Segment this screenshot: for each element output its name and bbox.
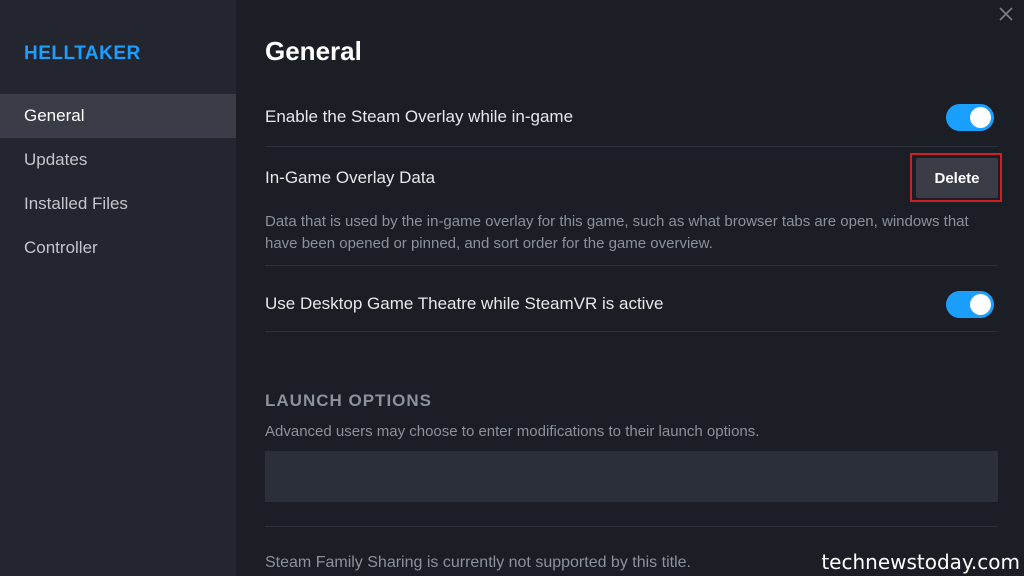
overlay-setting-label: Enable the Steam Overlay while in-game [265,107,574,126]
sidebar: HELLTAKER General Updates Installed File… [0,0,236,576]
launch-options-heading: LAUNCH OPTIONS [265,391,432,410]
main-panel: General Enable the Steam Overlay while i… [265,0,998,576]
toggle-knob [970,294,991,315]
close-icon[interactable] [996,4,1016,24]
family-sharing-note: Steam Family Sharing is currently not su… [265,554,691,571]
page-title: General [265,36,362,66]
sidebar-item-installed-files[interactable]: Installed Files [0,182,236,226]
sidebar-nav: General Updates Installed Files Controll… [0,94,236,270]
divider [265,331,998,332]
theatre-toggle[interactable] [946,291,994,318]
sidebar-item-controller[interactable]: Controller [0,226,236,270]
sidebar-item-general[interactable]: General [0,94,236,138]
overlay-toggle[interactable] [946,104,994,131]
sidebar-item-updates[interactable]: Updates [0,138,236,182]
launch-options-input[interactable] [265,451,998,502]
toggle-knob [970,107,991,128]
watermark: technewstoday.com [821,550,1020,574]
delete-button[interactable]: Delete [916,158,998,198]
game-title: HELLTAKER [24,43,141,64]
divider [265,265,998,266]
theatre-setting-label: Use Desktop Game Theatre while SteamVR i… [265,294,664,313]
launch-options-description: Advanced users may choose to enter modif… [265,423,760,440]
divider [265,526,998,527]
overlay-data-label: In-Game Overlay Data [265,168,436,187]
divider [265,146,998,147]
overlay-data-description: Data that is used by the in-game overlay… [265,213,969,252]
